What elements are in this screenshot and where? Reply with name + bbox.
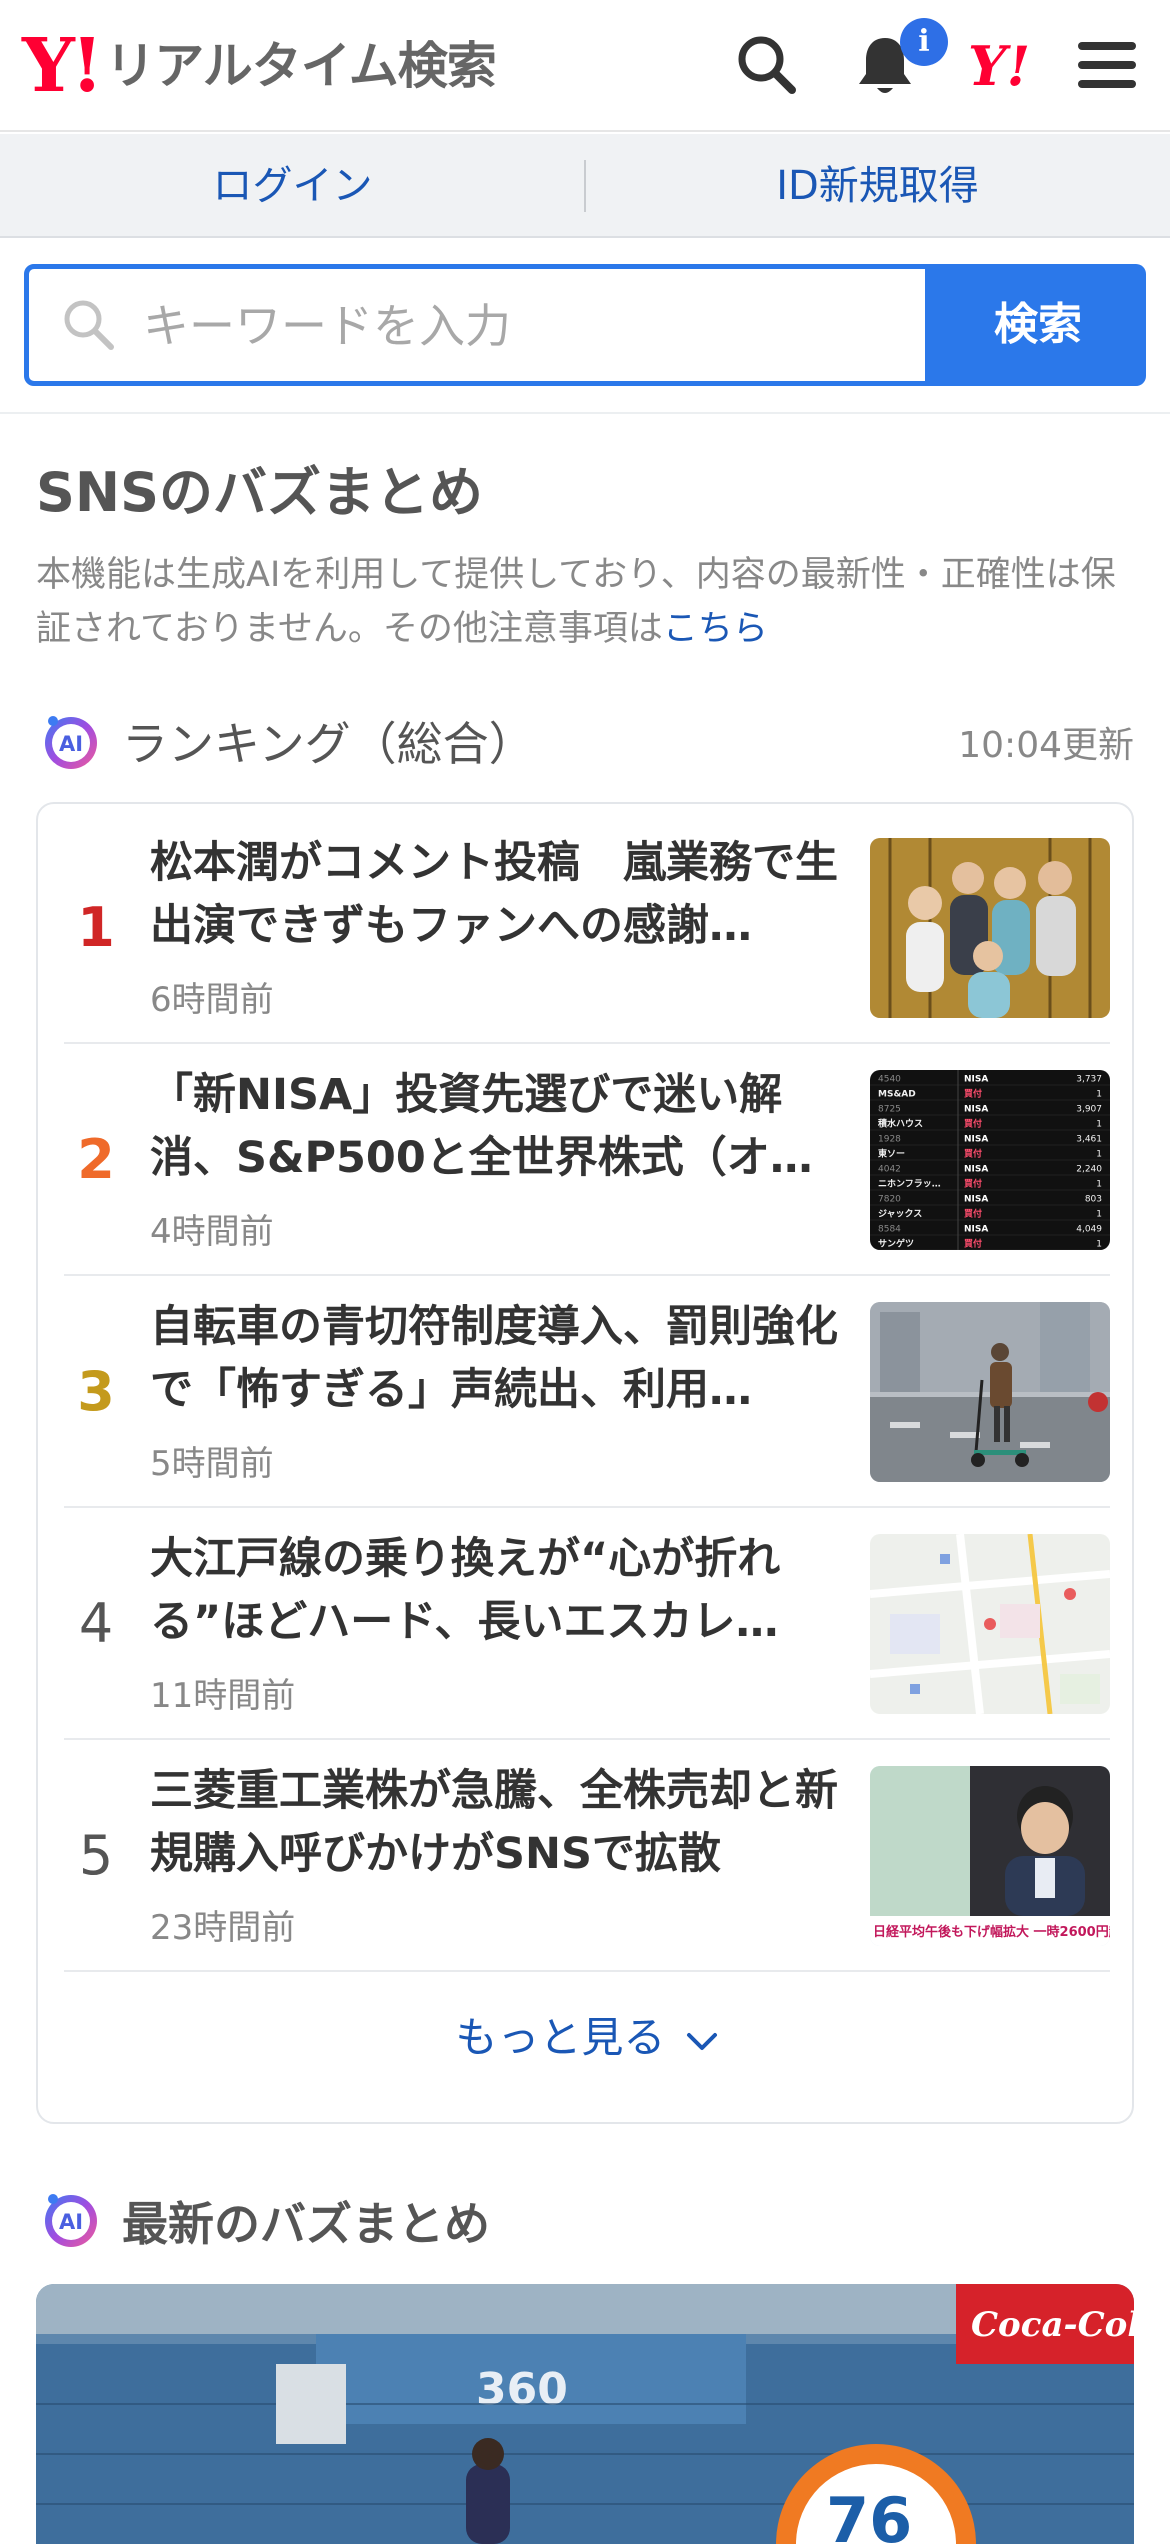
rank-number: 5 [78,1824,114,1887]
disclaimer-link[interactable]: こちら [663,609,768,649]
search-box [24,264,930,386]
ranking-card: 1 松本潤がコメント投稿 嵐業務で生出演できずもファンへの感謝… 6時間前 2 [36,802,1134,2124]
logo-title: リアルタイム検索 [105,37,496,95]
search-button[interactable]: 検索 [930,264,1146,386]
rank-number: 3 [77,1360,115,1423]
sign-text: 360 [476,2364,568,2415]
stock-tag: 買付 [964,1148,982,1160]
ranking-time: 6時間前 [150,980,274,1020]
ranking-item[interactable]: 5 三菱重工業株が急騰、全株売却と新規購入呼びかけがSNSで拡散 23時間前 日… [64,1740,1110,1972]
chevron-down-icon [686,2032,717,2050]
stock-tag: NISA [964,1195,988,1205]
rank-number: 4 [78,1592,114,1655]
stock-value: 1 [1096,1150,1102,1160]
ranking-title: 松本潤がコメント投稿 嵐業務で生出演できずもファンへの感謝… [150,838,838,951]
register-link[interactable]: ID新規取得 [585,134,1170,238]
stock-tag: NISA [964,1105,988,1115]
stock-value: 803 [1085,1195,1102,1205]
ranking-item[interactable]: 4 大江戸線の乗り換えが“心が折れる”ほどハード、長いエスカレ… 11時間前 [64,1508,1110,1740]
stock-name: MS&AD [878,1090,916,1100]
stock-tag: NISA [964,1165,988,1175]
ai-icon: AI [40,710,102,772]
stock-value: 1 [1096,1090,1102,1100]
rank-number: 2 [77,1128,115,1191]
stock-tag: 買付 [964,1178,982,1190]
stock-value: 4,049 [1076,1225,1102,1235]
ranking-item[interactable]: 1 松本潤がコメント投稿 嵐業務で生出演できずもファンへの感謝… 6時間前 [64,812,1110,1044]
stock-value: 1 [1096,1210,1102,1220]
stock-tag: NISA [964,1225,988,1235]
section-divider [0,412,1170,414]
stock-code: 8584 [878,1225,901,1235]
stock-name: 東ソー [878,1148,905,1160]
ranking-title: 大江戸線の乗り換えが“心が折れる”ほどハード、長いエスカレ… [150,1534,781,1647]
ranking-title: 「新NISA」投資先選びで迷い解消、S&P500と全世界株式（オ… [150,1070,813,1183]
more-button[interactable]: もっと見る [38,2004,1136,2065]
stock-code: 4042 [878,1165,901,1175]
brand-text: Coca-Cola [971,2305,1134,2345]
ai-badge-label: AI [59,2210,83,2234]
stock-tag: 買付 [964,1208,982,1220]
notification-badge: i [900,18,948,66]
latest-heading: 最新のバズまとめ [122,2197,490,2251]
stock-value: 3,907 [1076,1105,1102,1115]
ranking-item[interactable]: 3 自転車の青切符制度導入、罰則強化で「怖すぎる」声続出、利用… 5時間前 [64,1276,1110,1508]
thumbnail-stock-list: 4540 NISA 3,737 MS&AD 買付 1 8725 NISA 3,907 積水ハウス買… [870,1070,1110,1250]
search-icon[interactable] [732,30,802,100]
login-link[interactable]: ログイン [0,134,585,238]
stock-tag: 買付 [964,1088,982,1100]
stock-name: サンゲツ [878,1238,914,1250]
ranking-title: 三菱重工業株が急騰、全株売却と新規購入呼びかけがSNSで拡散 [150,1766,838,1879]
stock-value: 1 [1096,1120,1102,1130]
stock-code: 7820 [878,1195,901,1205]
search-input[interactable] [141,291,901,361]
stock-value: 3,461 [1076,1135,1102,1145]
disclaimer-text: 本機能は生成AIを利用して提供しており、内容の最新性・正確性は保証されておりませ… [36,555,1116,649]
stock-tag: NISA [964,1135,988,1145]
ranking-time: 5時間前 [150,1444,274,1484]
ranking-time: 11時間前 [150,1676,296,1716]
stock-value: 1 [1096,1240,1102,1250]
login-bar: ログイン ID新規取得 [0,134,1170,238]
latest-buzz-image[interactable]: 360 Coca-Cola 76 [36,2284,1134,2544]
search-field-icon [59,295,119,355]
stock-value: 2,240 [1076,1165,1102,1175]
stock-value: 1 [1096,1180,1102,1190]
stock-value: 3,737 [1076,1075,1102,1085]
ranking-updated-time: 10:04更新 [958,725,1134,766]
stock-name: 積水ハウス [877,1118,923,1130]
app-header: Y! リアルタイム検索 i Y! [0,0,1170,132]
ai-icon: AI [40,2188,102,2250]
stock-name: ニホンフラッ… [878,1179,941,1190]
stock-name: ジャックス [878,1209,922,1220]
stock-code: 4540 [878,1075,901,1085]
stock-tag: NISA [964,1075,988,1085]
ranking-item[interactable]: 2 「新NISA」投資先選びで迷い解消、S&P500と全世界株式（オ… 4時間前… [64,1044,1110,1276]
ranking-time: 4時間前 [150,1212,274,1252]
more-label: もっと見る [455,2013,666,2062]
section-title: SNSのバズまとめ [36,461,483,524]
ranking-title: 自転車の青切符制度導入、罰則強化で「怖すぎる」声続出、利用… [150,1302,838,1415]
stock-code: 8725 [878,1105,901,1115]
thumbnail-street-scooter [870,1302,1110,1482]
ai-disclaimer: 本機能は生成AIを利用して提供しており、内容の最新性・正確性は保証されておりませ… [36,548,1136,656]
stock-tag: 買付 [964,1238,982,1250]
thumbnail-map [870,1534,1110,1714]
rank-number: 1 [77,896,115,959]
yahoo-icon[interactable]: Y! [968,34,1030,98]
thumbnail-news-anchor: 日経平均午後も下げ幅拡大 一時2600円超安 [870,1766,1110,1946]
stock-code: 1928 [878,1135,901,1145]
news-thumb-caption: 日経平均午後も下げ幅拡大 一時2600円超安 [873,1924,1110,1940]
yahoo-logo-mark: Y! [22,23,103,109]
thumbnail-group-photo [870,838,1110,1018]
ranking-heading: ランキング（総合） [122,717,535,771]
ai-badge-label: AI [59,732,83,756]
hamburger-menu-icon[interactable] [1072,30,1142,100]
wall-number-text: 76 [826,2484,912,2544]
realtime-search-logo[interactable]: Y! リアルタイム検索 [22,23,497,109]
stock-tag: 買付 [964,1118,982,1130]
ranking-time: 23時間前 [150,1908,296,1948]
